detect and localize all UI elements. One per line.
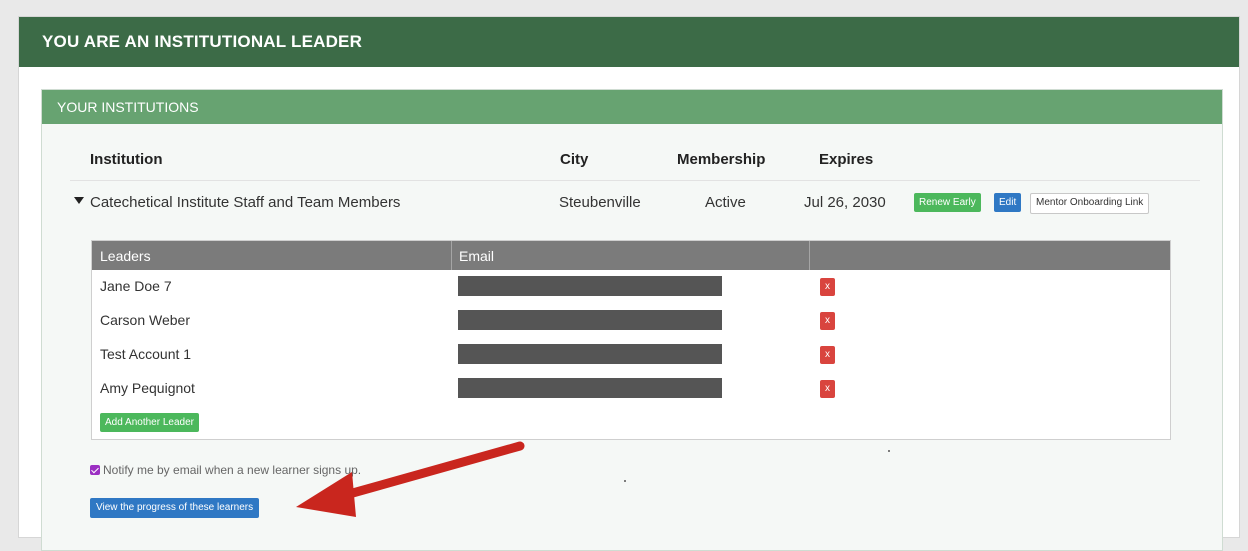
col-leaders: Leaders [100, 248, 151, 264]
redacted-email [458, 344, 722, 364]
institution-city: Steubenville [559, 194, 641, 211]
remove-leader-button[interactable]: x [820, 380, 835, 398]
institutions-table-header: Institution City Membership Expires [70, 138, 1200, 181]
redacted-email [458, 310, 722, 330]
remove-leader-button[interactable]: x [820, 346, 835, 364]
renew-early-button[interactable]: Renew Early [914, 193, 981, 212]
leader-name: Jane Doe 7 [100, 278, 172, 294]
institution-name: Catechetical Institute Staff and Team Me… [90, 194, 401, 211]
column-divider [451, 241, 452, 270]
col-institution: Institution [90, 151, 163, 168]
leader-row: Test Account 1 x [92, 338, 1170, 372]
institutions-panel-title: YOUR INSTITUTIONS [42, 90, 1222, 124]
leader-row: Amy Pequignot x [92, 372, 1170, 406]
leader-name: Carson Weber [100, 312, 191, 328]
remove-leader-button[interactable]: x [820, 312, 835, 330]
leaders-table-header: Leaders Email [92, 241, 1170, 270]
institution-row: Catechetical Institute Staff and Team Me… [70, 181, 1200, 221]
add-another-leader-button[interactable]: Add Another Leader [100, 413, 199, 432]
stray-dot [624, 480, 626, 482]
notify-checkbox-row[interactable]: Notify me by email when a new learner si… [90, 463, 361, 477]
checkbox-checked-icon[interactable] [90, 465, 100, 475]
leader-name: Amy Pequignot [100, 380, 195, 396]
remove-leader-button[interactable]: x [820, 278, 835, 296]
redacted-email [458, 276, 722, 296]
page-title: YOU ARE AN INSTITUTIONAL LEADER [19, 17, 1239, 67]
col-city: City [560, 151, 589, 168]
col-expires: Expires [819, 151, 874, 168]
caret-down-icon[interactable] [74, 197, 84, 204]
leaders-table: Leaders Email Jane Doe 7 x Carson Weber … [91, 240, 1171, 440]
view-progress-button[interactable]: View the progress of these learners [90, 498, 260, 518]
stray-dot [888, 450, 890, 452]
col-email: Email [459, 248, 495, 264]
col-membership: Membership [677, 151, 766, 168]
mentor-onboarding-link-button[interactable]: Mentor Onboarding Link [1030, 193, 1150, 214]
column-divider [809, 241, 810, 270]
leader-name: Test Account 1 [100, 346, 192, 362]
institution-expires: Jul 26, 2030 [804, 194, 886, 211]
redacted-email [458, 378, 722, 398]
edit-button[interactable]: Edit [994, 193, 1022, 212]
institutions-table: Institution City Membership Expires Cate… [70, 138, 1200, 221]
notify-label: Notify me by email when a new learner si… [103, 463, 362, 477]
leader-row: Jane Doe 7 x [92, 270, 1170, 304]
leader-row: Carson Weber x [92, 304, 1170, 338]
institution-membership: Active [705, 194, 746, 211]
